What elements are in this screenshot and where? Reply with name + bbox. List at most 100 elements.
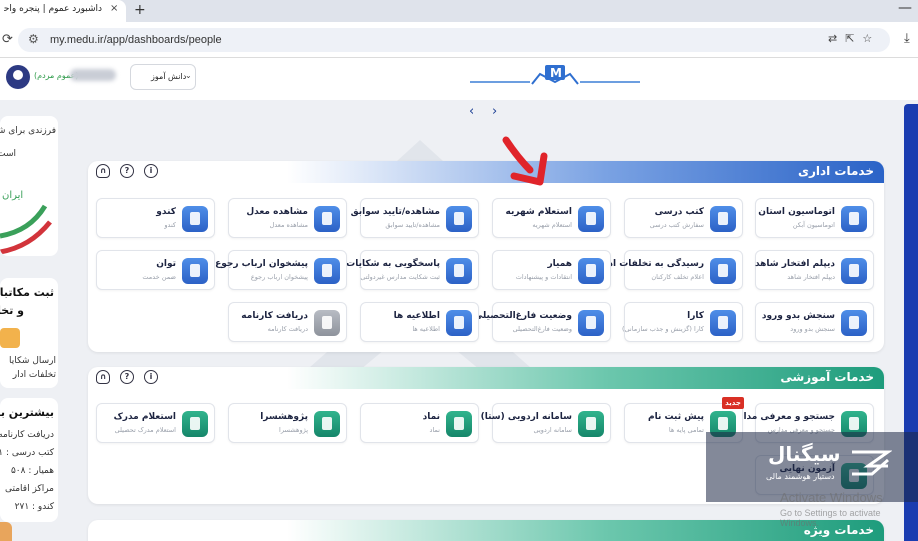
service-card[interactable]: پاسخگویی به شکایات ثبت شکایت مدارس غیردول… xyxy=(346,250,479,290)
address-bar-row: ⟳ ⚙ my.medu.ir/app/dashboards/people ⇄⇱☆… xyxy=(0,22,918,58)
service-card-title: پیشخوان ارباب رجوع xyxy=(215,259,308,269)
side-most-used-row[interactable]: مراکز اقامتی xyxy=(5,484,54,494)
service-card-subtitle: دیپلم افتخار شاهد xyxy=(787,273,835,281)
side-correspondence-line1: ارسال شکایا xyxy=(8,356,56,366)
carousel-next-button[interactable]: › xyxy=(492,104,497,119)
service-card-title: کارا xyxy=(687,311,704,321)
service-card-title: مشاهده/تایید سوابق xyxy=(350,207,440,217)
service-card-subtitle: اعلام تخلف کارکنان xyxy=(651,273,704,281)
minimize-button[interactable]: — xyxy=(898,0,912,16)
side-correspondence-title: ثبت مکاتبات xyxy=(0,286,54,299)
service-card[interactable]: مشاهده/تایید سوابق مشاهده/تایید سوابق xyxy=(351,198,479,238)
records-icon xyxy=(446,206,472,232)
service-card-title: کتب درسی xyxy=(654,207,704,217)
ministry-logo: M xyxy=(470,65,640,85)
monitor-icon xyxy=(446,411,472,437)
assessment-icon xyxy=(841,310,867,336)
section-header: خدمات آموزشی i ? ∩ xyxy=(88,367,884,389)
service-card[interactable]: پیشخوان ارباب رجوع پیشخوان ارباب رجوع xyxy=(215,250,347,290)
service-card-subtitle: مشاهده/تایید سوابق xyxy=(385,221,440,229)
service-card[interactable]: استعلام شهریه استعلام شهریه xyxy=(492,198,611,238)
avatar[interactable] xyxy=(6,65,30,89)
service-card[interactable]: کتب درسی سفارش کتب درسی xyxy=(624,198,743,238)
annotation-arrow-icon xyxy=(502,136,548,186)
service-card[interactable]: سامانه اردویی (ستا) سامانه اردویی xyxy=(481,403,611,443)
info-icon[interactable]: i xyxy=(144,370,158,384)
role-select[interactable]: دانش آموز ⌄ xyxy=(130,64,196,90)
graduation-icon xyxy=(578,310,604,336)
service-card[interactable]: کندو کندو xyxy=(96,198,215,238)
reload-icon[interactable]: ⟳ xyxy=(2,32,13,47)
service-card[interactable]: همیار انتقادات و پیشنهادات xyxy=(492,250,611,290)
service-card[interactable]: اتوماسیون استان اتوماسیون آبکن xyxy=(755,198,874,238)
support-icon[interactable]: ∩ xyxy=(96,370,110,384)
close-icon[interactable]: × xyxy=(110,3,118,14)
help-icon[interactable]: ? xyxy=(120,370,134,384)
complaint-icon xyxy=(446,258,472,284)
side-correspondence-title-b: و تخل xyxy=(0,304,24,317)
service-card[interactable]: نماد نماد xyxy=(360,403,479,443)
service-card-subtitle: مشاهده معدل xyxy=(269,221,308,229)
side-card-promo[interactable]: فرزندی برای شه است ایران xyxy=(0,116,58,256)
side-most-used-row[interactable]: کندو : ۲۷۱ xyxy=(15,502,54,512)
report-icon xyxy=(710,258,736,284)
side-most-used-row[interactable]: دریافت کارنامه xyxy=(0,430,54,440)
help-icon[interactable]: ? xyxy=(120,164,134,178)
signal-tagline: دستیار هوشمند مالی xyxy=(766,472,835,481)
new-badge: جدید xyxy=(722,397,744,409)
service-card[interactable]: مشاهده معدل مشاهده معدل xyxy=(228,198,347,238)
service-card[interactable]: توان ضمن خدمت xyxy=(96,250,215,290)
carousel-prev-button[interactable]: ‹ xyxy=(469,104,474,119)
service-card-subtitle: ثبت شکایت مدارس غیردولتی xyxy=(360,273,440,281)
chevron-down-icon: ⌄ xyxy=(185,71,192,80)
service-card-subtitle: استعلام مدرک تحصیلی xyxy=(114,426,176,434)
service-card-subtitle: سفارش کتب درسی xyxy=(649,221,704,229)
section-header: خدمات اداری i ? ∩ xyxy=(88,161,884,183)
side-most-used-title: بیشترین با xyxy=(0,406,54,419)
service-card[interactable]: اطلاعیه ها اطلاعیه ها xyxy=(360,302,479,342)
toolbar-icons[interactable]: ⇄⇱☆ xyxy=(828,32,880,45)
section-header: خدمات ویژه xyxy=(88,520,884,541)
site-settings-icon[interactable]: ⚙ xyxy=(28,32,39,46)
signal-brand: سیگنال xyxy=(768,442,841,466)
headset-icon xyxy=(578,258,604,284)
download-icon[interactable]: ⤓ xyxy=(904,31,910,46)
url-text[interactable]: my.medu.ir/app/dashboards/people xyxy=(50,34,222,46)
user-name-redacted xyxy=(70,69,116,81)
browser-tab[interactable]: داشبورد عموم | پنجره واحد خدمات × xyxy=(0,0,126,22)
service-card[interactable]: دریافت کارنامه دریافت کارنامه xyxy=(228,302,347,342)
side-promo-title: فرزندی برای شه xyxy=(0,126,56,136)
new-tab-button[interactable]: + xyxy=(134,2,146,18)
info-icon[interactable]: i xyxy=(144,164,158,178)
service-card-title: نماد xyxy=(422,412,440,422)
side-promo-sub: است xyxy=(0,149,16,159)
service-card-subtitle: وضعیت فارغ‌التحصیلی xyxy=(512,325,572,333)
service-card[interactable]: سنجش بدو ورود سنجش بدو ورود xyxy=(755,302,874,342)
side-most-used-row[interactable]: کتب درسی : ۱ xyxy=(0,448,54,458)
service-card-subtitle: پیشخوان ارباب رجوع xyxy=(250,273,308,281)
service-card-subtitle: سنجش بدو ورود xyxy=(790,325,835,333)
cube-icon xyxy=(182,206,208,232)
activate-windows-title: Activate Windows xyxy=(780,490,883,505)
service-card[interactable]: دیپلم افتخار شاهد دیپلم افتخار شاهد xyxy=(755,250,874,290)
camp-icon xyxy=(578,411,604,437)
service-card[interactable]: وضعیت فارغ‌التحصیلی وضعیت فارغ‌التحصیلی xyxy=(474,302,611,342)
research-icon xyxy=(314,411,340,437)
service-card-title: مشاهده معدل xyxy=(246,207,308,217)
service-card[interactable]: پژوهشسرا پژوهشسرا xyxy=(228,403,347,443)
bulb-icon xyxy=(182,258,208,284)
side-most-used-row[interactable]: همیار : ۵۰۸ xyxy=(11,466,54,476)
service-card[interactable]: استعلام مدرک استعلام مدرک تحصیلی xyxy=(96,403,215,443)
service-card-title: کندو xyxy=(156,207,176,217)
phone-icon xyxy=(710,310,736,336)
svg-text:M: M xyxy=(550,66,562,80)
section-title: خدمات اداری xyxy=(797,164,874,178)
support-icon[interactable]: ∩ xyxy=(96,164,110,178)
envelope-icon xyxy=(0,328,20,348)
service-card-title: پژوهشسرا xyxy=(260,412,308,422)
announcement-icon xyxy=(446,310,472,336)
service-card-subtitle: نماد xyxy=(429,426,440,434)
service-card[interactable]: کارا کارا (گزینش و جذب سازمانی) xyxy=(622,302,743,342)
side-card-correspondence[interactable]: ثبت مکاتبات و تخل ارسال شکایا تخلفات ادا… xyxy=(0,278,58,388)
service-card[interactable]: رسیدگی به تخلفات اداری اعلام تخلف کارکنان xyxy=(592,250,743,290)
